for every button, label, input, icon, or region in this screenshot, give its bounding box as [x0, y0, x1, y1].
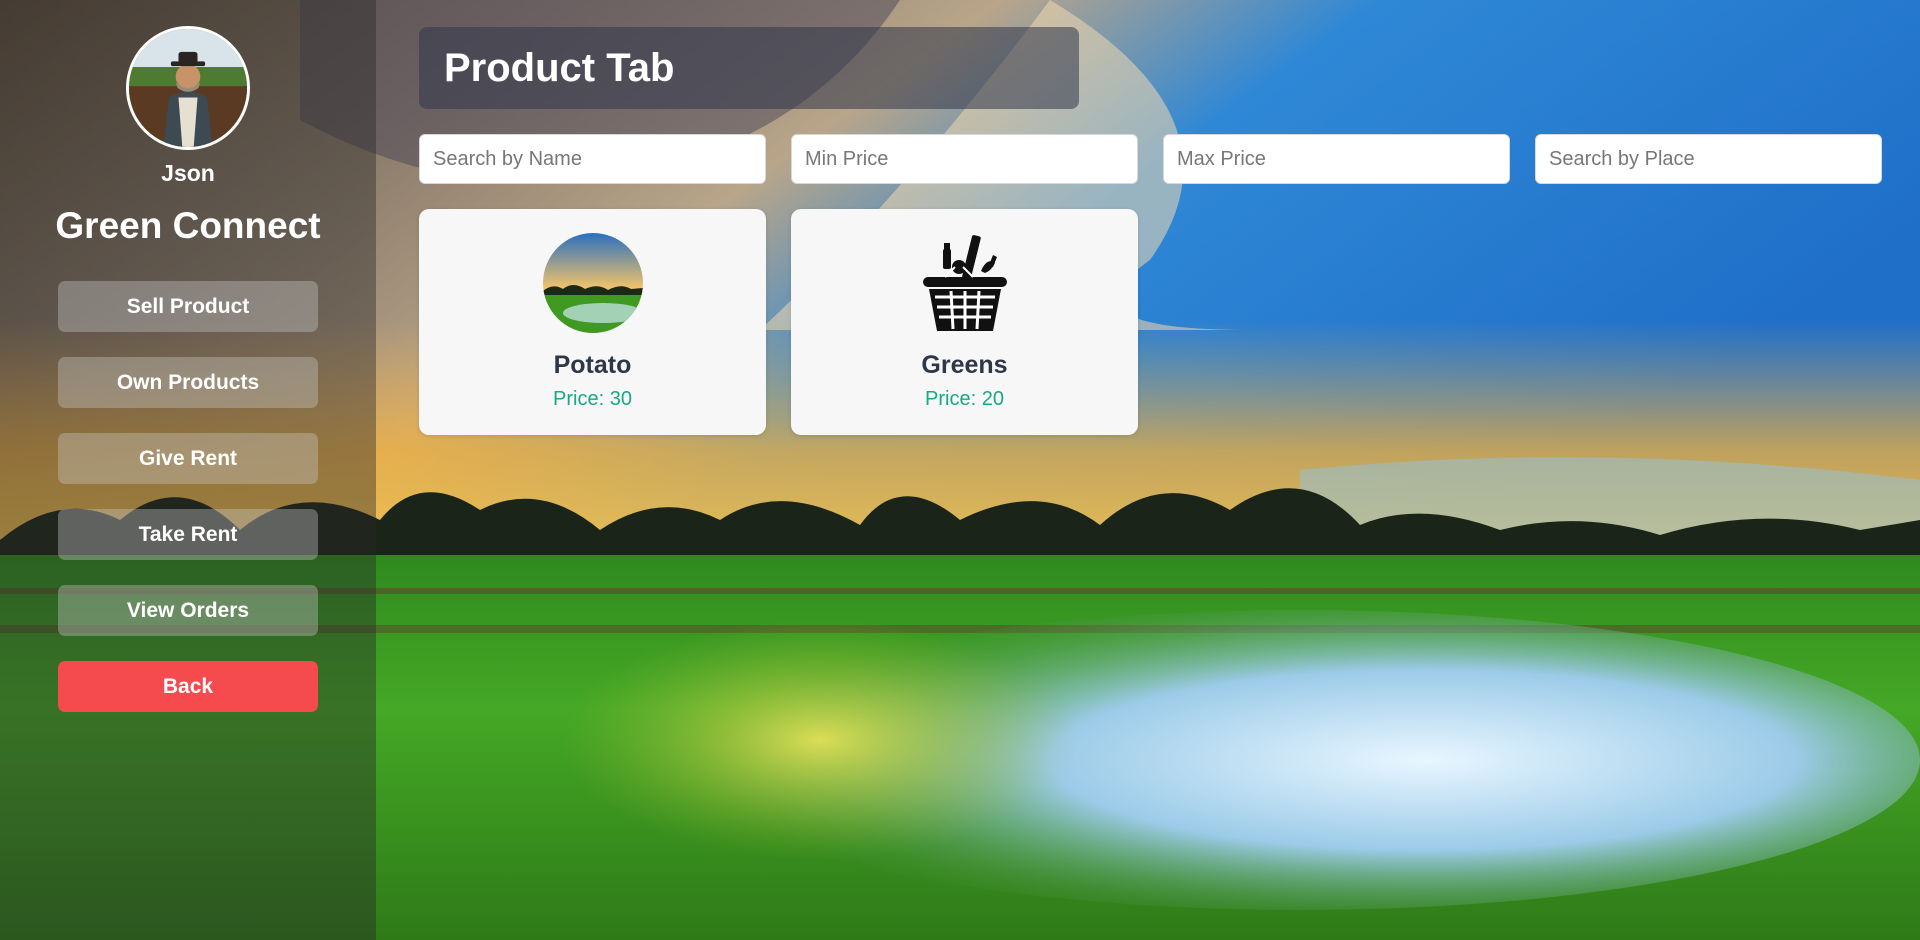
product-card[interactable]: Potato Price: 30 [419, 209, 766, 435]
product-name: Potato [553, 351, 632, 379]
page-title: Product Tab [444, 45, 675, 90]
grocery-basket-icon [922, 235, 1007, 331]
product-grid: Potato Price: 30 Greens Price: 20 [419, 209, 1138, 435]
min-price-input[interactable] [791, 134, 1138, 184]
search-name-input[interactable] [419, 134, 766, 184]
product-price: Price: 20 [925, 388, 1004, 410]
page-header: Product Tab [419, 27, 1079, 109]
product-card[interactable]: Greens Price: 20 [791, 209, 1138, 435]
avatar[interactable] [126, 26, 250, 150]
give-rent-button[interactable]: Give Rent [58, 433, 318, 484]
sell-product-button[interactable]: Sell Product [58, 281, 318, 332]
field-sunset-photo [542, 233, 643, 333]
app-name: Green Connect [55, 205, 321, 246]
product-image [542, 233, 643, 333]
view-orders-button[interactable]: View Orders [58, 585, 318, 636]
back-button[interactable]: Back [58, 661, 318, 712]
own-products-button[interactable]: Own Products [58, 357, 318, 408]
max-price-input[interactable] [1163, 134, 1510, 184]
sidebar: Json Green Connect Sell Product Own Prod… [0, 0, 376, 940]
take-rent-button[interactable]: Take Rent [58, 509, 318, 560]
product-price: Price: 30 [553, 388, 632, 410]
filter-bar [419, 134, 1882, 184]
farmer-photo [129, 29, 247, 147]
search-place-input[interactable] [1535, 134, 1882, 184]
username: Json [161, 160, 215, 186]
product-name: Greens [921, 351, 1008, 379]
sidebar-nav: Sell Product Own Products Give Rent Take… [58, 281, 318, 712]
product-image [915, 233, 1015, 333]
